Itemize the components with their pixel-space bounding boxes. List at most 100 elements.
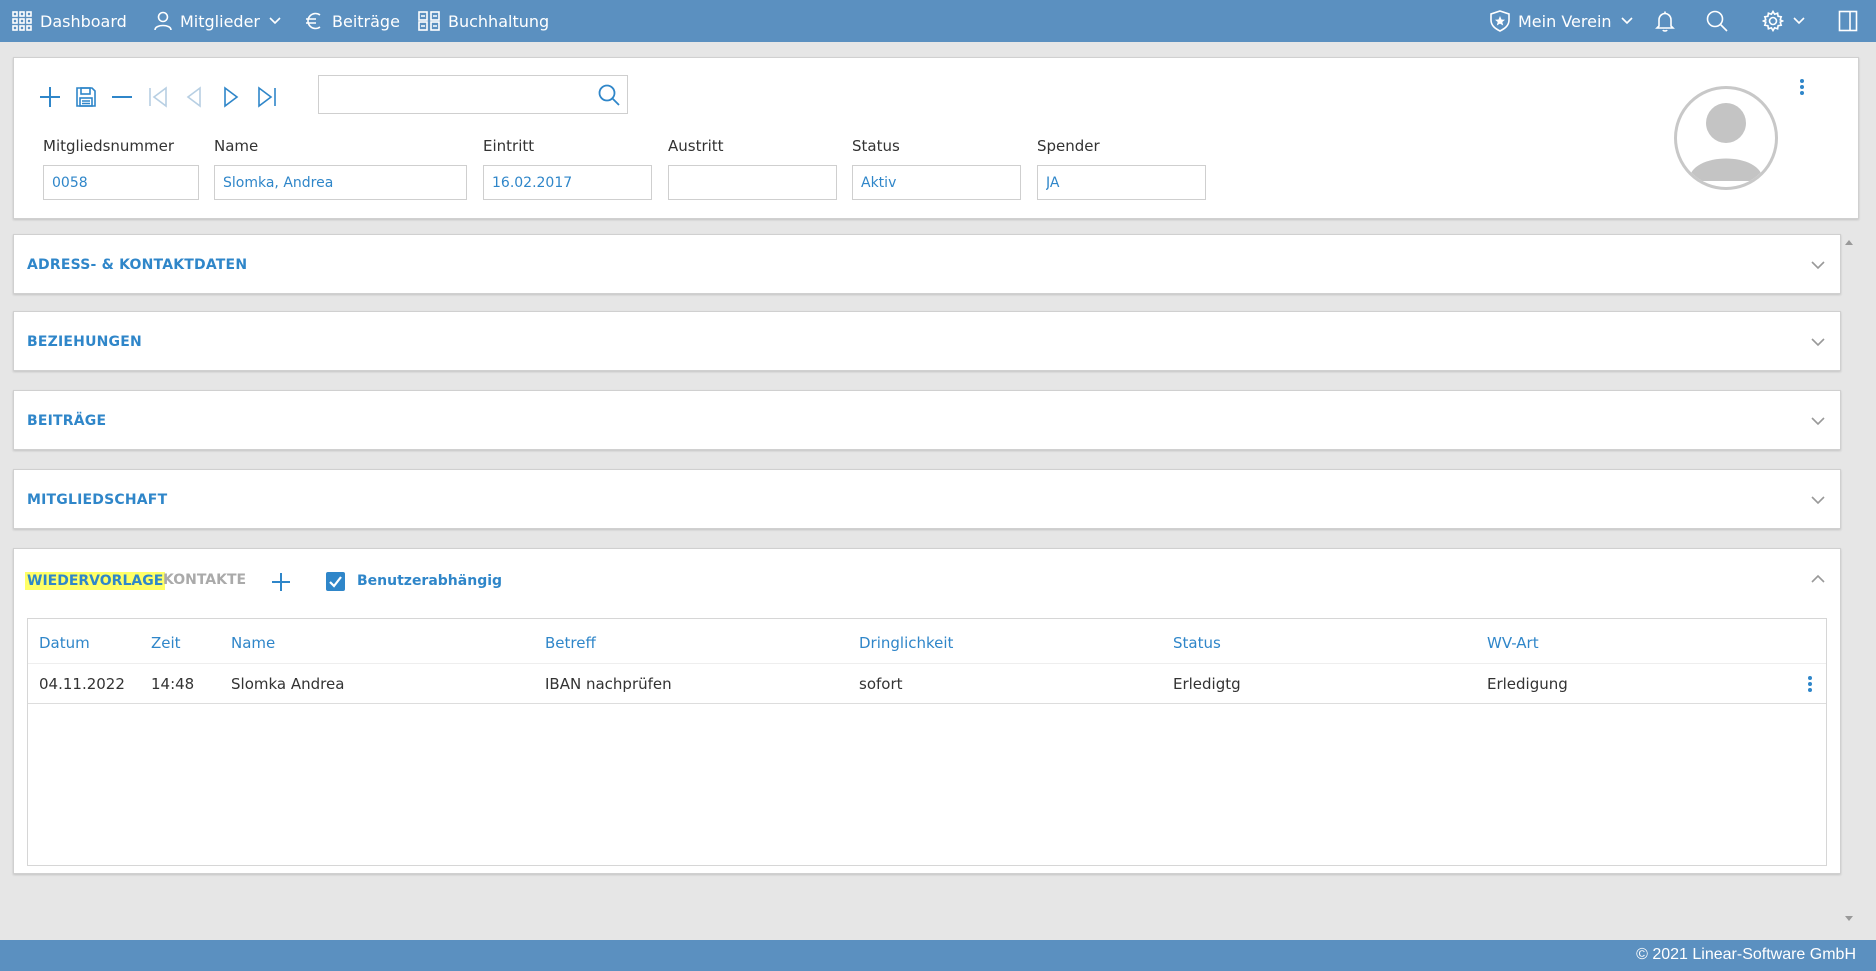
global-search-button[interactable] [1706, 0, 1728, 42]
notifications-button[interactable] [1654, 0, 1676, 42]
exit-date-field[interactable] [668, 165, 837, 200]
section-title-contributions: BEITRÄGE [27, 413, 107, 429]
add-followup-button[interactable] [266, 567, 296, 597]
cell-status: Erledigtg [1173, 675, 1241, 693]
chevron-down-icon [1793, 17, 1805, 25]
euro-icon [306, 12, 321, 30]
next-record-button[interactable] [216, 82, 246, 112]
user-icon [154, 11, 172, 31]
row-more-menu[interactable] [1804, 673, 1816, 695]
nav-club-menu[interactable]: Mein Verein [1490, 0, 1634, 42]
cell-followup-type: Erledigung [1487, 675, 1568, 693]
section-contributions[interactable]: BEITRÄGE [13, 390, 1841, 450]
chevron-down-icon[interactable] [1808, 411, 1828, 431]
user-dependent-label[interactable]: Benutzerabhängig [357, 573, 502, 589]
header-more-menu[interactable] [1796, 76, 1808, 98]
column-header-subject[interactable]: Betreff [545, 634, 596, 652]
cell-subject: IBAN nachprüfen [545, 675, 672, 693]
chevron-down-icon[interactable] [1808, 490, 1828, 510]
triangle-left-icon [186, 86, 201, 108]
exit-date-label: Austritt [668, 137, 724, 155]
minus-icon [112, 96, 132, 98]
nav-dashboard-label: Dashboard [40, 11, 127, 31]
column-header-date[interactable]: Datum [39, 634, 90, 652]
dot [1808, 676, 1812, 680]
chevron-down-icon [269, 17, 281, 25]
grid-icon [12, 11, 32, 31]
user-dependent-checkbox[interactable] [326, 572, 345, 591]
dot [1808, 688, 1812, 692]
section-relationships[interactable]: BEZIEHUNGEN [13, 311, 1841, 371]
nav-contributions-label: Beiträge [332, 11, 400, 31]
tab-followup[interactable]: WIEDERVORLAGE [25, 572, 166, 590]
record-search-input[interactable] [327, 82, 577, 108]
column-header-name[interactable]: Name [231, 634, 275, 652]
cell-time: 14:48 [151, 675, 195, 693]
status-label: Status [852, 137, 900, 155]
plus-icon [40, 87, 60, 107]
panel-toggle-button[interactable] [1838, 0, 1858, 42]
member-number-label: Mitgliedsnummer [43, 137, 175, 155]
column-header-urgency[interactable]: Dringlichkeit [859, 634, 953, 652]
checkmark-icon [329, 576, 342, 588]
settings-menu[interactable] [1762, 0, 1806, 42]
nav-members[interactable]: Mitglieder [154, 0, 282, 42]
skip-first-icon [149, 86, 167, 108]
record-search-box [318, 75, 628, 114]
table-row[interactable]: 04.11.2022 14:48 Slomka Andrea IBAN nach… [28, 664, 1826, 704]
table-header: Datum Zeit Name Betreff Dringlichkeit St… [28, 619, 1826, 664]
entry-date-field[interactable] [483, 165, 652, 200]
entry-date-label: Eintritt [483, 137, 535, 155]
name-label: Name [214, 137, 259, 155]
last-record-button[interactable] [252, 82, 282, 112]
footer-bar: © 2021 Linear-Software GmbH [0, 940, 1876, 971]
first-record-button[interactable] [143, 82, 173, 112]
sidebar-panel-icon [1838, 10, 1858, 32]
dot [1800, 91, 1804, 95]
copyright-text: © 2021 Linear-Software GmbH [1636, 946, 1856, 963]
chevron-down-icon[interactable] [1808, 332, 1828, 352]
name-field[interactable] [214, 165, 467, 200]
section-title-membership: MITGLIEDSCHAFT [27, 492, 168, 508]
nav-members-label: Mitglieder [180, 11, 260, 31]
section-title-address: ADRESS- & KONTAKTDATEN [27, 257, 248, 273]
skip-last-icon [258, 86, 276, 108]
section-membership[interactable]: MITGLIEDSCHAFT [13, 469, 1841, 529]
chevron-down-icon [1620, 17, 1633, 25]
tab-contacts[interactable]: KONTAKTE [163, 572, 246, 588]
dot [1800, 85, 1804, 89]
gear-icon [1762, 10, 1784, 32]
column-header-status[interactable]: Status [1173, 634, 1221, 652]
cell-date: 04.11.2022 [39, 675, 125, 693]
avatar-placeholder-icon [1689, 103, 1763, 181]
top-navigation-bar: Dashboard Mitglieder Beiträge Buchhaltun… [0, 0, 1876, 42]
section-title-relationships: BEZIEHUNGEN [27, 334, 142, 350]
add-record-button[interactable] [35, 82, 65, 112]
ledger-icon [418, 11, 440, 31]
bell-icon [1655, 11, 1675, 32]
search-icon [1706, 10, 1728, 32]
column-header-time[interactable]: Zeit [151, 634, 181, 652]
save-record-button[interactable] [71, 82, 101, 112]
scroll-up-arrow-icon[interactable] [1845, 240, 1853, 245]
nav-accounting-label: Buchhaltung [448, 11, 550, 31]
nav-accounting[interactable]: Buchhaltung [418, 0, 549, 42]
previous-record-button[interactable] [179, 82, 209, 112]
scroll-down-arrow-icon[interactable] [1845, 916, 1853, 921]
nav-dashboard[interactable]: Dashboard [12, 0, 127, 42]
chevron-down-icon[interactable] [1808, 255, 1828, 275]
dot [1800, 79, 1804, 83]
member-number-field[interactable] [43, 165, 199, 200]
column-header-followup-type[interactable]: WV-Art [1487, 634, 1539, 652]
chevron-up-icon[interactable] [1808, 569, 1828, 589]
section-address-contact[interactable]: ADRESS- & KONTAKTDATEN [13, 234, 1841, 294]
cell-name: Slomka Andrea [231, 675, 345, 693]
dot [1808, 682, 1812, 686]
search-icon[interactable] [597, 83, 621, 107]
status-field[interactable] [852, 165, 1021, 200]
delete-record-button[interactable] [107, 82, 137, 112]
page-scrollbar[interactable] [1842, 232, 1856, 930]
nav-contributions[interactable]: Beiträge [304, 0, 400, 42]
donor-field[interactable] [1037, 165, 1206, 200]
avatar[interactable] [1674, 86, 1778, 190]
